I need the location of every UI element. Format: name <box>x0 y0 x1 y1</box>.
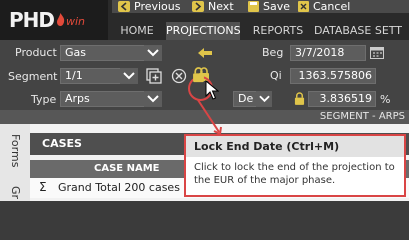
sum-icon: Σ <box>39 180 47 194</box>
previous-button[interactable]: Previous <box>118 0 181 13</box>
beg-date-input[interactable]: 3/7/2018 <box>290 45 366 61</box>
qi-label: Qi <box>270 69 282 82</box>
product-label: Product <box>15 46 57 59</box>
callout-arrow <box>197 99 222 136</box>
tab-graphs[interactable]: Gr <box>9 186 22 199</box>
calendar-icon[interactable] <box>370 46 384 59</box>
add-segment-icon[interactable] <box>146 68 162 84</box>
chevron-down-icon <box>123 72 135 80</box>
chevron-down-icon <box>147 49 159 57</box>
product-dropdown-button[interactable] <box>144 45 162 61</box>
cases-title: CASES <box>42 137 82 150</box>
beg-label: Beg <box>262 46 284 59</box>
tooltip-title: Lock End Date (Ctrl+M) <box>194 140 340 153</box>
de-input[interactable]: 3.836519 <box>308 91 376 107</box>
lock-end-date-icon[interactable] <box>192 66 205 83</box>
case-name-column-header[interactable]: CASE NAME <box>94 163 159 174</box>
tab-forms[interactable]: Forms <box>9 134 22 167</box>
type-label: Type <box>31 93 57 106</box>
cancel-label: Cancel <box>313 0 351 13</box>
cancel-button[interactable]: Cancel <box>298 0 350 13</box>
main-tabs: HOME PROJECTIONS REPORTS DATABASE SETT <box>108 22 409 40</box>
lock-icon[interactable] <box>294 92 305 105</box>
tab-reports[interactable]: REPORTS <box>244 22 312 40</box>
de-unit: % <box>380 93 391 106</box>
delete-segment-icon[interactable] <box>171 68 187 84</box>
flame-icon <box>57 13 65 26</box>
arrow-left-icon[interactable] <box>198 48 212 58</box>
next-button[interactable]: Next <box>192 0 234 13</box>
cancel-icon <box>298 1 309 12</box>
arrow-left-icon <box>118 1 130 12</box>
mouse-cursor-icon <box>205 80 219 100</box>
tab-projections[interactable]: PROJECTIONS <box>166 22 241 40</box>
next-label: Next <box>208 0 234 13</box>
quick-action-bar: Previous Next Save Cancel <box>112 0 409 13</box>
tab-database-settings[interactable]: DATABASE SETT <box>314 22 409 40</box>
save-icon <box>248 1 259 12</box>
segment-header-text: SEGMENT - ARPS <box>319 111 405 122</box>
segment-label: Segment <box>8 70 58 83</box>
chevron-down-icon <box>259 95 270 103</box>
tooltip-body: Click to lock the end of the projection … <box>194 162 395 186</box>
grand-total-text: Grand Total 200 cases (1 <box>58 181 195 194</box>
qi-input[interactable]: 1363.575806 <box>290 68 376 84</box>
type-dropdown-button[interactable] <box>144 91 162 107</box>
app-logo: PHD win <box>0 0 108 40</box>
lock-end-date-tooltip: Lock End Date (Ctrl+M) Click to lock the… <box>184 134 406 197</box>
logo-text: PHD <box>9 8 55 32</box>
save-button[interactable]: Save <box>248 0 290 13</box>
tooltip-header: Lock End Date (Ctrl+M) <box>186 136 404 157</box>
side-tab-strip: Forms Gr <box>0 124 30 201</box>
segment-dropdown-button[interactable] <box>120 68 138 84</box>
logo-suffix: win <box>66 15 86 28</box>
previous-label: Previous <box>134 0 181 13</box>
tab-home[interactable]: HOME <box>108 22 166 40</box>
arrow-right-icon <box>192 1 204 12</box>
save-label: Save <box>263 0 291 13</box>
de-dropdown-button[interactable] <box>256 91 272 107</box>
chevron-down-icon <box>147 95 159 103</box>
